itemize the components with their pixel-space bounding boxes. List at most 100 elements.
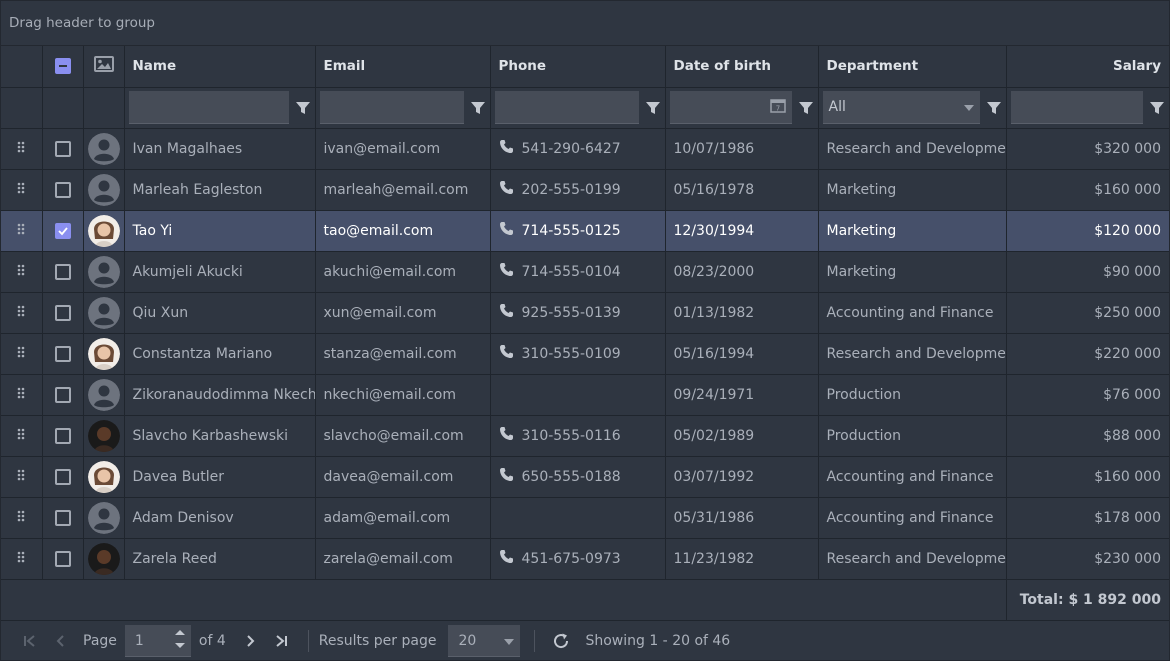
cell-salary[interactable]: $90 000 <box>1006 251 1169 293</box>
drag-handle-icon[interactable] <box>17 428 25 444</box>
cell-phone[interactable]: 714-555-0125 <box>490 210 666 252</box>
table-row[interactable]: Zikoranaudodimma Nkechi nkechi@email.com 0… <box>1 374 1169 416</box>
drag-handle-icon[interactable] <box>17 182 25 198</box>
row-select-cell[interactable] <box>42 251 84 293</box>
cell-salary[interactable]: $178 000 <box>1006 497 1169 539</box>
row-checkbox[interactable] <box>54 181 71 198</box>
cell-salary[interactable]: $120 000 <box>1006 210 1169 252</box>
filter-input-phone[interactable] <box>494 91 639 124</box>
column-header-dob[interactable]: Date of birth <box>665 46 819 88</box>
cell-email[interactable]: marleah@email.com <box>315 169 491 211</box>
row-select-cell[interactable] <box>42 292 84 334</box>
table-row[interactable]: Davea Butler davea@email.com 650-555-0188 0… <box>1 456 1169 498</box>
row-checkbox[interactable] <box>54 140 71 157</box>
cell-salary[interactable]: $76 000 <box>1006 374 1169 416</box>
group-panel[interactable]: Drag header to group <box>1 1 1169 46</box>
cell-email[interactable]: stanza@email.com <box>315 333 491 375</box>
cell-salary[interactable]: $88 000 <box>1006 415 1169 457</box>
cell-name[interactable]: Adam Denisov <box>124 497 316 539</box>
cell-name[interactable]: Slavcho Karbashewski <box>124 415 316 457</box>
row-select-cell[interactable] <box>42 456 84 498</box>
row-drag-handle[interactable] <box>1 333 43 375</box>
cell-department[interactable]: Marketing <box>818 251 1007 293</box>
row-checkbox[interactable] <box>54 222 71 239</box>
table-row[interactable]: Slavcho Karbashewski slavcho@email.com 310… <box>1 415 1169 457</box>
cell-dob[interactable]: 05/31/1986 <box>665 497 819 539</box>
column-header-email[interactable]: Email <box>315 46 491 88</box>
cell-salary[interactable]: $250 000 <box>1006 292 1169 334</box>
drag-handle-icon[interactable] <box>17 141 25 157</box>
cell-email[interactable]: tao@email.com <box>315 210 491 252</box>
cell-email[interactable]: adam@email.com <box>315 497 491 539</box>
row-checkbox[interactable] <box>54 550 71 567</box>
row-select-cell[interactable] <box>42 497 84 539</box>
drag-handle-icon[interactable] <box>17 551 25 567</box>
cell-salary[interactable]: $160 000 <box>1006 456 1169 498</box>
cell-department[interactable]: Research and Development <box>818 538 1007 580</box>
cell-phone[interactable]: 925-555-0139 <box>490 292 666 334</box>
row-drag-handle[interactable] <box>1 128 43 170</box>
page-number-input[interactable]: 1 <box>124 625 191 657</box>
results-per-page-select[interactable]: 20 <box>448 625 521 657</box>
row-checkbox[interactable] <box>54 345 71 362</box>
filter-input-dob[interactable]: 7 <box>669 91 792 124</box>
cell-department[interactable]: Accounting and Finance <box>818 456 1007 498</box>
cell-name[interactable]: Davea Butler <box>124 456 316 498</box>
row-select-cell[interactable] <box>42 415 84 457</box>
table-row[interactable]: Constantza Mariano stanza@email.com 310-55… <box>1 333 1169 375</box>
cell-department[interactable]: Marketing <box>818 210 1007 252</box>
filter-icon[interactable] <box>1149 101 1165 115</box>
row-drag-handle[interactable] <box>1 292 43 334</box>
filter-input-email[interactable] <box>319 91 464 124</box>
calendar-icon[interactable]: 7 <box>769 97 786 117</box>
cell-phone[interactable] <box>490 374 666 416</box>
cell-department[interactable]: Research and Development <box>818 128 1007 170</box>
row-drag-handle[interactable] <box>1 497 43 539</box>
header-select-all[interactable] <box>42 46 84 88</box>
table-row[interactable]: Ivan Magalhaes ivan@email.com 541-290-6427… <box>1 128 1169 170</box>
row-select-cell[interactable] <box>42 169 84 211</box>
drag-handle-icon[interactable] <box>17 264 25 280</box>
column-header-department[interactable]: Department <box>818 46 1007 88</box>
refresh-icon[interactable] <box>545 625 577 657</box>
cell-email[interactable]: zarela@email.com <box>315 538 491 580</box>
table-row[interactable]: Marleah Eagleston marleah@email.com 202-55… <box>1 169 1169 211</box>
drag-handle-icon[interactable] <box>17 510 25 526</box>
table-row[interactable]: Tao Yi tao@email.com 714-555-0125 12/30/199… <box>1 210 1169 252</box>
select-all-checkbox[interactable] <box>54 58 71 75</box>
row-checkbox[interactable] <box>54 304 71 321</box>
filter-icon[interactable] <box>986 101 1002 115</box>
cell-phone[interactable] <box>490 497 666 539</box>
last-page-icon[interactable] <box>266 625 298 657</box>
cell-dob[interactable]: 05/02/1989 <box>665 415 819 457</box>
cell-phone[interactable]: 541-290-6427 <box>490 128 666 170</box>
cell-salary[interactable]: $220 000 <box>1006 333 1169 375</box>
row-select-cell[interactable] <box>42 374 84 416</box>
cell-email[interactable]: xun@email.com <box>315 292 491 334</box>
cell-dob[interactable]: 10/07/1986 <box>665 128 819 170</box>
cell-name[interactable]: Marleah Eagleston <box>124 169 316 211</box>
cell-email[interactable]: davea@email.com <box>315 456 491 498</box>
cell-dob[interactable]: 03/07/1992 <box>665 456 819 498</box>
cell-salary[interactable]: $230 000 <box>1006 538 1169 580</box>
drag-handle-icon[interactable] <box>17 387 25 403</box>
filter-select-department[interactable]: All <box>822 91 980 124</box>
cell-department[interactable]: Accounting and Finance <box>818 497 1007 539</box>
filter-input-name[interactable] <box>128 91 289 124</box>
cell-dob[interactable]: 12/30/1994 <box>665 210 819 252</box>
filter-icon[interactable] <box>470 101 486 115</box>
cell-dob[interactable]: 09/24/1971 <box>665 374 819 416</box>
row-select-cell[interactable] <box>42 333 84 375</box>
filter-icon[interactable] <box>798 101 814 115</box>
table-row[interactable]: Zarela Reed zarela@email.com 451-675-0973 1… <box>1 538 1169 580</box>
cell-name[interactable]: Zikoranaudodimma Nkechi <box>124 374 316 416</box>
cell-dob[interactable]: 05/16/1978 <box>665 169 819 211</box>
spinner-icon[interactable] <box>174 628 185 654</box>
row-checkbox[interactable] <box>54 509 71 526</box>
cell-department[interactable]: Research and Development <box>818 333 1007 375</box>
cell-name[interactable]: Qiu Xun <box>124 292 316 334</box>
row-checkbox[interactable] <box>54 386 71 403</box>
cell-dob[interactable]: 05/16/1994 <box>665 333 819 375</box>
filter-icon[interactable] <box>645 101 661 115</box>
table-row[interactable]: Akumjeli Akucki akuchi@email.com 714-555-0… <box>1 251 1169 293</box>
